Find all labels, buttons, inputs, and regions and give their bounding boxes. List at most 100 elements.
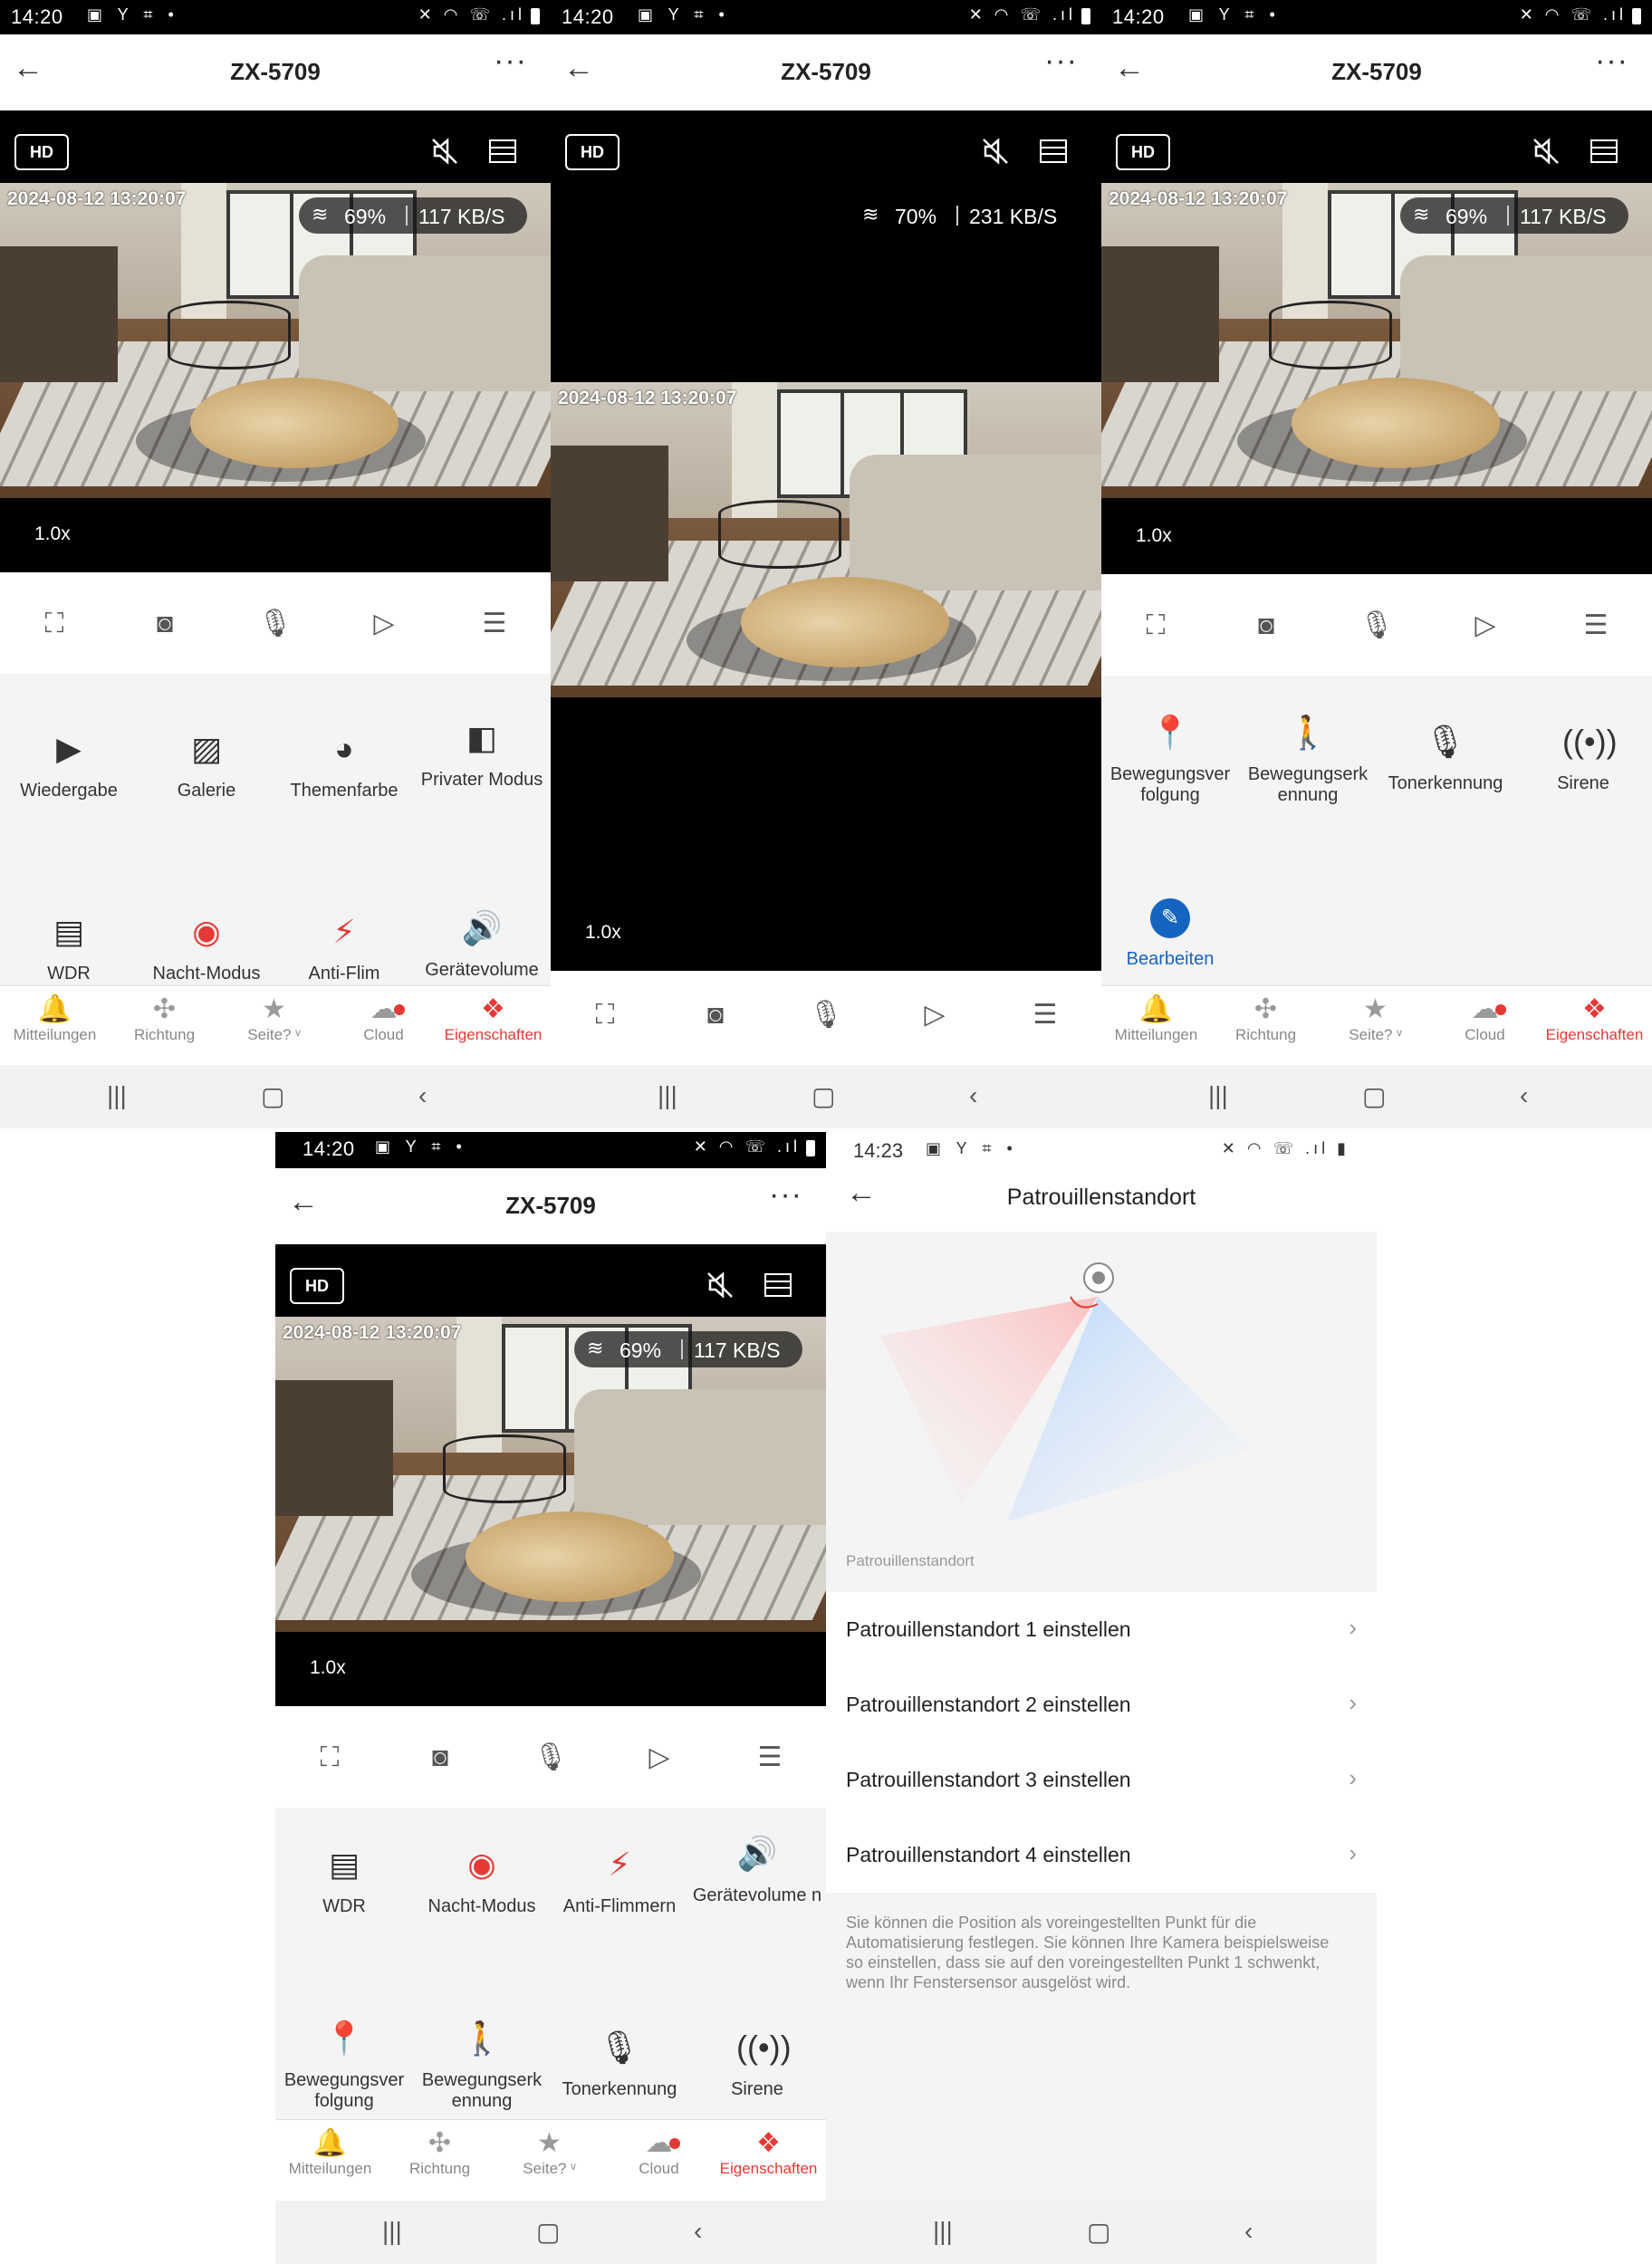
wdr-icon: ▤ [53,913,84,950]
recent-apps-icon[interactable]: ||| [658,1081,677,1110]
record-video-icon[interactable]: ▷ [917,998,953,1032]
recent-apps-icon[interactable]: ||| [933,2217,953,2246]
feature-anti-flimmern[interactable]: ⚡ Anti-Flim [275,911,413,984]
video-area[interactable]: HD 2024-08-12 13:20:07 ≋ 69% 117 KB/S 1.… [275,1244,826,1706]
snapshot-icon[interactable]: ◙ [1248,609,1284,643]
more-options-icon[interactable]: ··· [494,43,527,79]
recent-apps-icon[interactable]: ||| [382,2217,402,2246]
layout-menu-icon[interactable] [764,1273,792,1297]
home-icon[interactable]: ▢ [261,1081,284,1111]
patrol-row-1[interactable]: Patrouillenstandort 1 einstellen › [826,1592,1377,1667]
tab-seite[interactable]: ★ Seite? ᵛ [495,2127,604,2178]
feature-nacht-modus[interactable]: ◉ Nacht-Modus [138,911,275,984]
mute-icon[interactable] [705,1270,735,1300]
tab-eigenschaften[interactable]: ❖ Eigenschaften [438,993,548,1044]
nav-back-icon[interactable]: ‹ [694,2217,702,2246]
feature-wdr[interactable]: ▤ WDR [0,911,138,984]
tab-seite[interactable]: ★ Seite? ᵛ [219,993,329,1044]
more-options-icon[interactable]: ··· [1595,43,1628,79]
tab-cloud[interactable]: ☁ Cloud [1430,993,1540,1044]
mute-icon[interactable] [980,136,1011,167]
microphone-icon[interactable]: 🎙 [257,607,293,641]
nav-back-icon[interactable]: ‹ [418,1081,427,1110]
snapshot-icon[interactable]: ◙ [422,1741,458,1775]
tab-mitteilungen[interactable]: 🔔 Mitteilungen [0,993,110,1044]
patrol-row-4[interactable]: Patrouillenstandort 4 einstellen › [826,1818,1377,1893]
feature-wdr[interactable]: ▤ WDR [275,1844,413,1917]
collapse-panel-icon[interactable]: ☰ [476,607,513,641]
patrol-row-2[interactable]: Patrouillenstandort 2 einstellen › [826,1667,1377,1742]
hd-quality-button[interactable]: HD [565,134,620,170]
feature-grid: ▤ WDR ◉ Nacht-Modus ⚡ Anti-Flimmern 🔊 Geräte… [275,1808,826,2119]
layout-menu-icon[interactable] [489,139,516,163]
collapse-panel-icon[interactable]: ☰ [752,1741,788,1775]
nav-back-icon[interactable]: ‹ [1244,2217,1253,2246]
patrol-row-3[interactable]: Patrouillenstandort 3 einstellen › [826,1742,1377,1818]
tab-seite[interactable]: ★ Seite? ᵛ [1321,993,1430,1044]
feature-tonerkennung[interactable]: 🎙 Tonerkennung [551,2027,688,2100]
feature-sirene[interactable]: ((•)) Sirene [688,2027,826,2100]
collapse-panel-icon[interactable]: ☰ [1578,609,1614,643]
feature-geraetevolume[interactable]: 🔊 Gerätevolume [413,907,551,981]
layout-menu-icon[interactable] [1590,139,1618,163]
tab-richtung[interactable]: ✣ Richtung [385,2127,495,2178]
feature-bewegungsverfolgung[interactable]: 📍 Bewegungsver folgung [275,2018,413,2112]
screen-1: 14:20 ▣ Y ⌗ • ✕ ◠ ☏ .ıl ← ZX-5709 ··· HD… [0,0,551,1128]
nav-back-icon[interactable]: ‹ [969,1081,977,1110]
record-video-icon[interactable]: ▷ [641,1741,677,1775]
feature-sirene[interactable]: ((•)) Sirene [1514,721,1652,794]
hd-quality-button[interactable]: HD [290,1268,344,1304]
feature-privater-modus[interactable]: ◧ Privater Modus [413,717,551,791]
microphone-icon[interactable]: 🎙 [808,998,844,1032]
video-area[interactable]: HD 2024-08-12 13:20:07 ≋ 69% 117 KB/S 1.… [1101,110,1652,574]
tab-cloud[interactable]: ☁ Cloud [329,993,438,1044]
tab-richtung[interactable]: ✣ Richtung [110,993,219,1044]
record-video-icon[interactable]: ▷ [1467,609,1503,643]
tab-cloud[interactable]: ☁ Cloud [604,2127,714,2178]
snapshot-icon[interactable]: ◙ [147,607,183,641]
microphone-icon[interactable]: 🎙 [533,1741,569,1775]
feature-bewegungserkennung[interactable]: 🚶 Bewegungserk ennung [413,2018,551,2112]
feature-bewegungsverfolgung[interactable]: 📍 Bewegungsver folgung [1101,712,1239,806]
record-video-icon[interactable]: ▷ [366,607,402,641]
home-icon[interactable]: ▢ [1362,1081,1386,1111]
more-options-icon[interactable]: ··· [769,1177,802,1213]
feature-bewegungserkennung[interactable]: 🚶 Bewegungserk ennung [1239,712,1377,806]
tab-mitteilungen[interactable]: 🔔 Mitteilungen [1101,993,1211,1044]
feature-galerie[interactable]: ▨ Galerie [138,728,275,801]
feature-geraetevolume[interactable]: 🔊 Gerätevolume n [688,1833,826,1906]
video-area[interactable]: HD 2024-08-12 13:20:07 ≋ 69% 117 KB/S 1.… [0,110,551,572]
home-icon[interactable]: ▢ [812,1081,835,1111]
feature-wiedergabe[interactable]: ▶ Wiedergabe [0,728,138,801]
feature-anti-flimmern[interactable]: ⚡ Anti-Flimmern [551,1844,688,1917]
expand-panel-icon[interactable]: ☰ [1027,998,1063,1032]
home-icon[interactable]: ▢ [536,2217,560,2247]
feature-tonerkennung[interactable]: 🎙 Tonerkennung [1377,721,1514,794]
hd-quality-button[interactable]: HD [1116,134,1170,170]
hd-quality-button[interactable]: HD [14,134,69,170]
tab-mitteilungen[interactable]: 🔔 Mitteilungen [275,2127,385,2178]
recent-apps-icon[interactable]: ||| [1208,1081,1228,1110]
home-icon[interactable]: ▢ [1087,2217,1110,2247]
feature-themenfarbe[interactable]: ◕ Themenfarbe [275,728,413,801]
mute-icon[interactable] [1531,136,1561,167]
more-options-icon[interactable]: ··· [1044,43,1078,79]
microphone-icon[interactable]: 🎙 [1359,609,1395,643]
feature-nacht-modus[interactable]: ◉ Nacht-Modus [413,1844,551,1917]
tab-eigenschaften[interactable]: ❖ Eigenschaften [1540,993,1649,1044]
fullscreen-icon[interactable]: ⛶ [36,607,72,641]
mute-icon[interactable] [429,136,460,167]
nav-back-icon[interactable]: ‹ [1520,1081,1528,1110]
snapshot-icon[interactable]: ◙ [697,998,734,1032]
fullscreen-icon[interactable]: ⛶ [587,998,623,1032]
fullscreen-icon[interactable]: ⛶ [1138,609,1174,643]
system-nav-bar: ||| ▢ ‹ [826,2201,1377,2264]
patrol-hint-text: Sie können die Position als voreingestel… [846,1914,1330,1991]
tab-richtung[interactable]: ✣ Richtung [1211,993,1321,1044]
fullscreen-icon[interactable]: ⛶ [312,1741,348,1775]
recent-apps-icon[interactable]: ||| [107,1081,127,1110]
layout-menu-icon[interactable] [1040,139,1067,163]
tab-eigenschaften[interactable]: ❖ Eigenschaften [714,2127,823,2178]
feature-bearbeiten[interactable]: ✎ Bearbeiten [1101,898,1239,970]
video-area[interactable]: HD ≋ 70% 231 KB/S 2024-08-12 13:20:07 1.… [551,110,1101,971]
